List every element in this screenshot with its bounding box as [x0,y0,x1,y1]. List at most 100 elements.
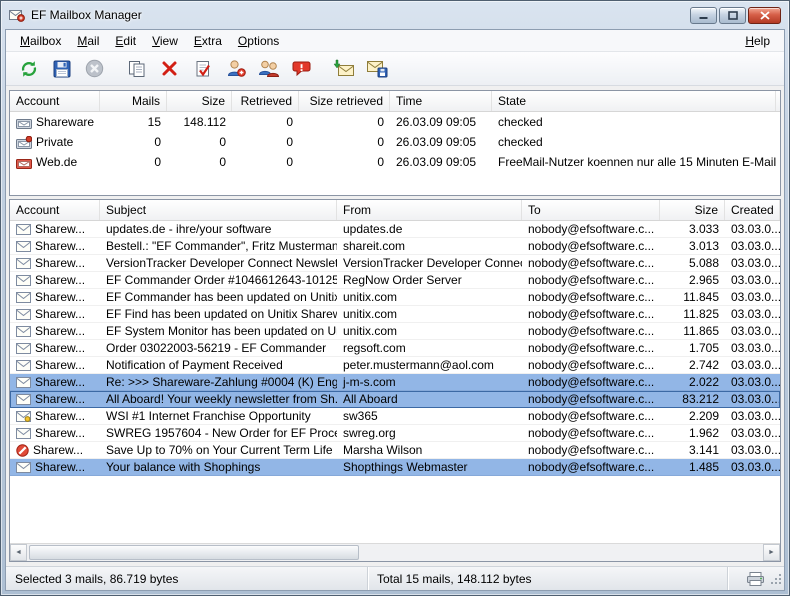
close-button[interactable] [748,7,781,24]
column-header-account[interactable]: Account [10,200,100,220]
cell-size: 5.088 [660,256,725,270]
cell-size: 0 [167,135,232,149]
mail-row[interactable]: Sharew...VersionTracker Developer Connec… [10,255,780,272]
app-icon [9,9,25,22]
cell-subject: EF Find has been updated on Unitix Share… [100,307,337,321]
cell-account: Sharew... [10,341,100,355]
scroll-track[interactable] [27,544,763,561]
column-header-time[interactable]: Time [390,91,492,111]
menu-view[interactable]: View [144,31,186,50]
cell-account: Sharew... [10,273,100,287]
scroll-thumb[interactable] [29,545,359,560]
check-mail-button[interactable] [186,54,219,83]
copy-button[interactable] [120,54,153,83]
retrieve-mails-button[interactable] [327,54,360,83]
mail-row[interactable]: Sharew...EF Commander Order #1046612643-… [10,272,780,289]
accounts-button[interactable] [252,54,285,83]
mail-row[interactable]: Sharew...Notification of Payment Receive… [10,357,780,374]
cell-created: 03.03.0... [725,392,780,406]
cell-from: RegNow Order Server [337,273,522,287]
account-row[interactable]: Shareware15148.1120026.03.09 09:05checke… [10,112,780,132]
title-bar[interactable]: EF Mailbox Manager [1,1,789,29]
mail-row[interactable]: Sharew...EF Find has been updated on Uni… [10,306,780,323]
mail-row[interactable]: Sharew...WSI #1 Internet Franchise Oppor… [10,408,780,425]
resize-grip[interactable] [770,573,783,589]
column-header-created[interactable]: Created [725,200,780,220]
cell-subject: VersionTracker Developer Connect Newslet… [100,256,337,270]
cell-account: Sharew... [10,290,100,304]
column-header-mails[interactable]: Mails [100,91,167,111]
mail-row[interactable]: Sharew...SWREG 1957604 - New Order for E… [10,425,780,442]
save-button[interactable] [45,54,78,83]
horizontal-scrollbar[interactable]: ◄ ► [10,543,780,561]
menu-mailbox[interactable]: Mailbox [12,31,69,50]
column-header-retrieved[interactable]: Retrieved [232,91,299,111]
cell-size: 3.141 [660,443,725,457]
maximize-button[interactable] [719,7,746,24]
mail-row[interactable]: Sharew...All Aboard! Your weekly newslet… [10,391,780,408]
menu-edit[interactable]: Edit [107,31,144,50]
account-row[interactable]: Web.de000026.03.09 09:05FreeMail-Nutzer … [10,152,780,172]
cell-size: 3.033 [660,222,725,236]
cell-to: nobody@efsoftware.c... [522,409,660,423]
column-header-subject[interactable]: Subject [100,200,337,220]
mail-account: Sharew... [35,324,85,338]
cell-from: sw365 [337,409,522,423]
cell-created: 03.03.0... [725,443,780,457]
menu-mail[interactable]: Mail [69,31,107,50]
mail-icon [16,343,31,354]
cell-to: nobody@efsoftware.c... [522,358,660,372]
alert-button[interactable] [285,54,318,83]
cell-state: checked [492,135,776,149]
account-row[interactable]: Private000026.03.09 09:05checked [10,132,780,152]
column-header-size[interactable]: Size [167,91,232,111]
refresh-icon [19,59,39,79]
column-header-account[interactable]: Account [10,91,100,111]
mail-icon [16,309,31,320]
column-header-to[interactable]: To [522,200,660,220]
mail-row[interactable]: Sharew...Order 03022003-56219 - EF Comma… [10,340,780,357]
cell-state: FreeMail-Nutzer koennen nur alle 15 Minu… [492,155,776,169]
add-account-icon [226,59,246,78]
mail-row[interactable]: Sharew...EF System Monitor has been upda… [10,323,780,340]
mail-row[interactable]: Sharew...updates.de - ihre/your software… [10,221,780,238]
mail-account: Sharew... [35,392,85,406]
mail-account: Sharew... [35,341,85,355]
cell-from: Marsha Wilson [337,443,522,457]
mail-row[interactable]: Sharew...Your balance with ShophingsShop… [10,459,780,476]
add-account-button[interactable] [219,54,252,83]
menu-help[interactable]: Help [737,31,778,50]
cell-account: Sharew... [10,426,100,440]
refresh-button[interactable] [12,54,45,83]
cell-size: 2.742 [660,358,725,372]
column-header-state[interactable]: State [492,91,776,111]
export-mails-button[interactable] [360,54,393,83]
column-header-size-retrieved[interactable]: Size retrieved [299,91,390,111]
mail-row[interactable]: Sharew...Re: >>> Shareware-Zahlung #0004… [10,374,780,391]
mails-header: AccountSubjectFromToSizeCreated [10,200,780,221]
menu-options[interactable]: Options [230,31,287,50]
column-header-size[interactable]: Size [660,200,725,220]
column-header-from[interactable]: From [337,200,522,220]
mail-account: Sharew... [35,358,85,372]
mail-row[interactable]: Sharew...EF Commander has been updated o… [10,289,780,306]
status-selected: Selected 3 mails, 86.719 bytes [6,567,368,590]
menu-extra[interactable]: Extra [186,31,230,50]
minimize-button[interactable] [690,7,717,24]
mail-account: Sharew... [35,375,85,389]
mail-row[interactable]: Sharew...Bestell.: "EF Commander", Fritz… [10,238,780,255]
cell-from: updates.de [337,222,522,236]
mail-row[interactable]: Sharew...Save Up to 70% on Your Current … [10,442,780,459]
maximize-icon [728,11,738,20]
cell-subject: Save Up to 70% on Your Current Term Life… [100,443,337,457]
scroll-right-button[interactable]: ► [763,544,780,561]
app-window: EF Mailbox Manager MailboxMailEditViewEx… [0,0,790,596]
mail-account: Sharew... [35,426,85,440]
scroll-left-button[interactable]: ◄ [10,544,27,561]
cell-created: 03.03.0... [725,324,780,338]
stop-button[interactable] [78,54,111,83]
cell-to: nobody@efsoftware.c... [522,307,660,321]
cell-to: nobody@efsoftware.c... [522,392,660,406]
delete-button[interactable] [153,54,186,83]
mail-icon [16,360,31,371]
